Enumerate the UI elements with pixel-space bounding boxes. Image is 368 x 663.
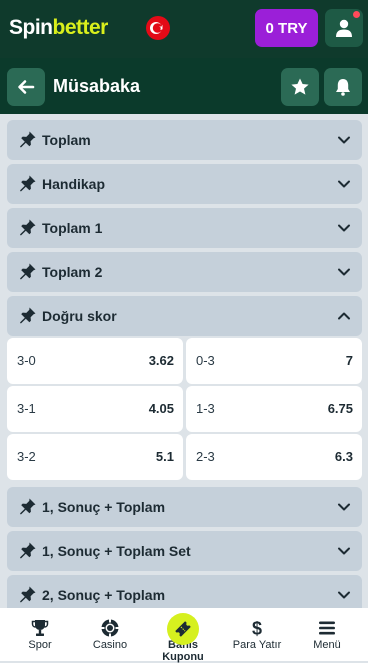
pin-icon[interactable] <box>19 541 37 559</box>
back-button[interactable] <box>7 68 45 106</box>
poker-chip-icon <box>101 619 119 637</box>
market-2-sonuc-toplam[interactable]: 2, Sonuç + Toplam <box>7 575 362 608</box>
star-icon <box>291 78 309 95</box>
market-toplam-1[interactable]: Toplam 1 <box>7 208 362 248</box>
nav-label: Para Yatır <box>232 639 282 651</box>
market-toplam-2[interactable]: Toplam 2 <box>7 252 362 292</box>
chevron-down-icon <box>338 180 350 188</box>
pin-icon[interactable] <box>19 585 37 603</box>
notification-dot <box>353 11 360 18</box>
market-name: Toplam 2 <box>42 264 103 280</box>
market-dogru-skor[interactable]: Doğru skor <box>7 296 362 336</box>
menu-icon <box>319 621 335 635</box>
bell-icon <box>336 79 350 96</box>
favorite-button[interactable] <box>281 68 319 106</box>
score-label: 2-3 <box>196 449 215 464</box>
pin-icon[interactable] <box>19 497 37 515</box>
market-name: Handikap <box>42 176 106 192</box>
market-toplam[interactable]: Toplam <box>7 120 362 160</box>
nav-item-spor[interactable]: Spor <box>4 608 76 661</box>
market-name: 1, Sonuç + Toplam Set <box>42 543 191 559</box>
score-label: 1-3 <box>196 401 215 416</box>
pin-icon[interactable] <box>19 262 37 280</box>
score-label: 3-1 <box>17 401 36 416</box>
markets-list[interactable]: Toplam Handikap Toplam 1 Toplam 2 Doğru … <box>0 114 368 608</box>
ticket-icon <box>175 621 191 637</box>
bet-slip-button[interactable] <box>167 613 199 645</box>
odds-value: 6.3 <box>334 449 353 464</box>
chevron-down-icon <box>338 136 350 144</box>
pin-icon[interactable] <box>19 218 37 236</box>
arrow-left-icon <box>18 80 35 94</box>
chevron-down-icon <box>338 547 350 555</box>
market-name: 2, Sonuç + Toplam <box>42 587 166 603</box>
market-handikap[interactable]: Handikap <box>7 164 362 204</box>
score-label: 3-0 <box>17 353 36 368</box>
page-title: Müsabaka <box>53 76 141 96</box>
turkey-flag-icon[interactable] <box>146 16 170 40</box>
market-1-sonuc-toplam[interactable]: 1, Sonuç + Toplam <box>7 487 362 527</box>
chevron-down-icon <box>338 268 350 276</box>
spinbetter-logo[interactable]: Spinbetter <box>9 16 108 40</box>
balance-button[interactable]: 0 TRY <box>255 9 318 47</box>
odds-value: 5.1 <box>155 449 174 464</box>
notifications-button[interactable] <box>324 68 362 106</box>
chevron-down-icon <box>338 503 350 511</box>
score-label: 3-2 <box>17 449 36 464</box>
nav-label: Casino <box>92 639 128 651</box>
market-1-sonuc-toplam-set[interactable]: 1, Sonuç + Toplam Set <box>7 531 362 571</box>
odds-button[interactable]: 0-3 7 <box>186 338 362 384</box>
nav-item-casino[interactable]: Casino <box>74 608 146 661</box>
chevron-up-icon <box>338 312 350 320</box>
logo-part-better: better <box>52 16 109 39</box>
score-label: 0-3 <box>196 353 215 368</box>
pin-icon[interactable] <box>19 130 37 148</box>
pin-icon[interactable] <box>19 306 37 324</box>
svg-text:$: $ <box>252 619 262 639</box>
market-name: 1, Sonuç + Toplam <box>42 499 166 515</box>
market-name: Doğru skor <box>42 308 117 324</box>
pin-icon[interactable] <box>19 174 37 192</box>
nav-item-para-yatir[interactable]: $ Para Yatır <box>221 608 293 661</box>
market-name: Toplam 1 <box>42 220 103 236</box>
odds-button[interactable]: 1-3 6.75 <box>186 386 362 432</box>
odds-value: 6.75 <box>327 401 353 416</box>
dollar-icon: $ <box>252 619 262 639</box>
logo-part-spin: Spin <box>9 16 53 39</box>
odds-button[interactable]: 3-0 3.62 <box>7 338 183 384</box>
odds-value: 3.62 <box>148 353 174 368</box>
chevron-down-icon <box>338 591 350 599</box>
user-icon <box>336 19 352 37</box>
nav-label: Spor <box>28 639 52 651</box>
odds-value: 7 <box>345 353 353 368</box>
nav-label: Menü <box>313 639 341 651</box>
odds-value: 4.05 <box>148 401 174 416</box>
nav-item-menu[interactable]: Menü <box>291 608 363 661</box>
odds-button[interactable]: 3-2 5.1 <box>7 434 183 480</box>
market-name: Toplam <box>42 132 91 148</box>
chevron-down-icon <box>338 224 350 232</box>
odds-button[interactable]: 3-1 4.05 <box>7 386 183 432</box>
trophy-icon <box>31 620 49 636</box>
odds-button[interactable]: 2-3 6.3 <box>186 434 362 480</box>
